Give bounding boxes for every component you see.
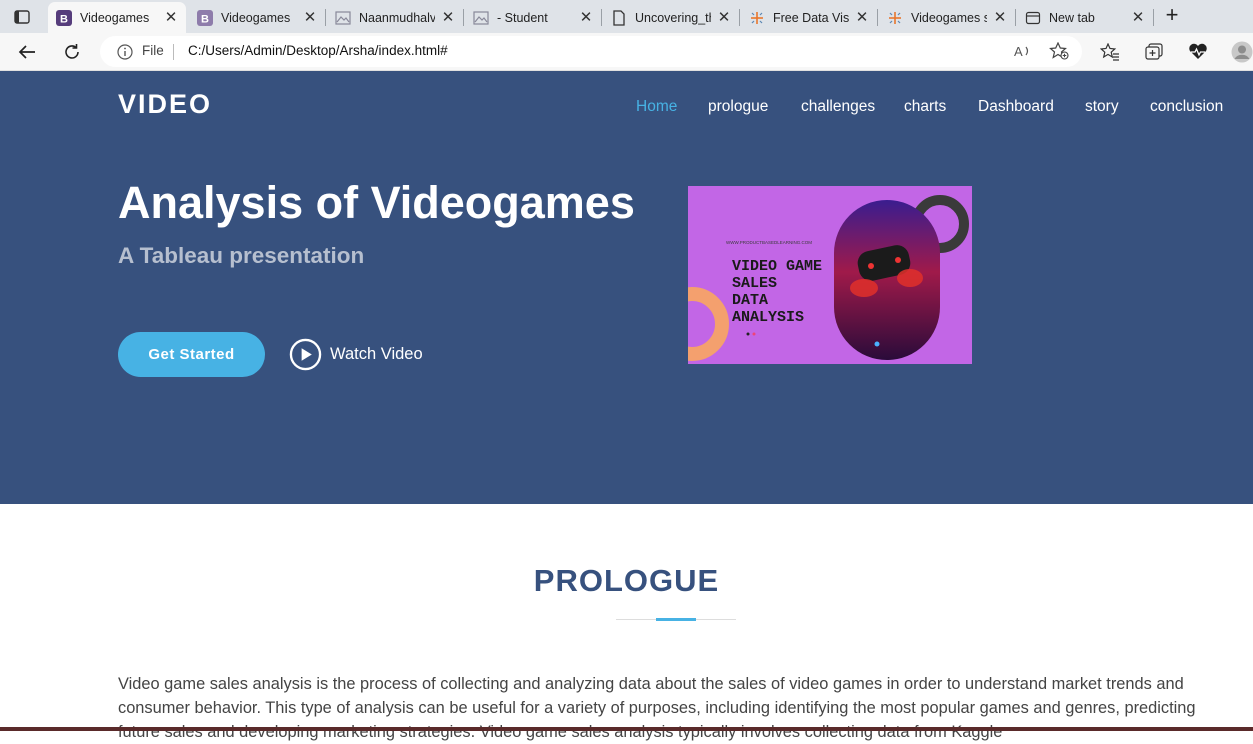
favorites-icon[interactable] bbox=[1099, 41, 1121, 63]
bootstrap-b-icon: B bbox=[56, 9, 72, 26]
hero-title: Analysis of Videogames bbox=[118, 177, 635, 228]
close-tab-icon[interactable]: ✕ bbox=[1131, 10, 1145, 25]
svg-text:B: B bbox=[60, 13, 68, 25]
hero-image-line: SALES bbox=[732, 275, 777, 292]
info-icon[interactable] bbox=[117, 44, 133, 60]
tab-title: Videogames s bbox=[911, 10, 987, 25]
tableau-icon bbox=[887, 10, 903, 26]
tab-title: - Student bbox=[497, 10, 548, 25]
collections-icon[interactable] bbox=[1143, 41, 1165, 63]
hero-image-line: DATA bbox=[732, 292, 768, 309]
back-arrow-icon[interactable] bbox=[16, 41, 38, 63]
nav-link-home[interactable]: Home bbox=[636, 98, 677, 116]
hero-image-url: WWW.PRODUCTBASEDLEARNING.COM bbox=[726, 240, 812, 245]
taskbar-edge bbox=[0, 727, 1253, 731]
watch-video-label: Watch Video bbox=[330, 344, 423, 363]
browser-essentials-icon[interactable] bbox=[1187, 41, 1209, 63]
browser-toolbar: File C:/Users/Admin/Desktop/Arsha/index.… bbox=[0, 33, 1253, 71]
svg-text:A: A bbox=[1014, 44, 1023, 59]
tab-title: Videogames bbox=[80, 10, 150, 25]
document-icon bbox=[611, 9, 627, 26]
profile-avatar-icon[interactable] bbox=[1231, 41, 1253, 63]
address-bar[interactable]: File C:/Users/Admin/Desktop/Arsha/index.… bbox=[100, 36, 1082, 67]
play-circle-icon bbox=[289, 338, 322, 370]
prologue-heading: PROLOGUE bbox=[533, 563, 720, 598]
close-tab-icon[interactable]: ✕ bbox=[717, 10, 731, 25]
add-favorite-icon[interactable] bbox=[1048, 40, 1070, 62]
nav-link-story[interactable]: story bbox=[1085, 98, 1119, 116]
close-tab-icon[interactable]: ✕ bbox=[164, 10, 178, 25]
close-tab-icon[interactable]: ✕ bbox=[579, 10, 593, 25]
browser-tab[interactable]: - Student ✕ bbox=[465, 2, 601, 33]
watch-video-button[interactable]: Watch Video bbox=[289, 336, 423, 372]
tab-divider bbox=[739, 9, 740, 26]
tab-divider bbox=[601, 9, 602, 26]
tab-title: Naanmudhalv bbox=[359, 10, 435, 25]
heading-accent-bar bbox=[656, 618, 696, 621]
hero-subtitle: A Tableau presentation bbox=[118, 243, 365, 268]
browser-tab[interactable]: Uncovering_th ✕ bbox=[603, 2, 739, 33]
site-logo[interactable]: VIDEO bbox=[118, 89, 212, 120]
browser-tab[interactable]: Free Data Visu ✕ bbox=[741, 2, 877, 33]
new-tab-button[interactable]: + bbox=[1160, 4, 1184, 27]
newtab-icon bbox=[1025, 10, 1041, 26]
tab-title: Videogames bbox=[221, 10, 291, 25]
browser-tab[interactable]: Naanmudhalv ✕ bbox=[327, 2, 463, 33]
url-text[interactable]: C:/Users/Admin/Desktop/Arsha/index.html# bbox=[188, 43, 448, 58]
hero-section: VIDEO Home prologue challenges charts Da… bbox=[0, 71, 1253, 504]
close-tab-icon[interactable]: ✕ bbox=[993, 10, 1007, 25]
hero-image-line: VIDEO GAME bbox=[732, 258, 822, 275]
url-divider bbox=[173, 44, 174, 60]
nav-link-conclusion[interactable]: conclusion bbox=[1150, 98, 1223, 116]
prologue-text: Video game sales analysis is the process… bbox=[118, 675, 1196, 741]
browser-tab[interactable]: B Videogames ✕ bbox=[189, 2, 325, 33]
read-aloud-icon[interactable]: A bbox=[1012, 40, 1034, 62]
tab-title: Free Data Visu bbox=[773, 10, 849, 25]
tab-actions-icon[interactable] bbox=[10, 7, 34, 27]
tableau-icon bbox=[749, 10, 765, 26]
nav-link-charts[interactable]: charts bbox=[904, 98, 946, 116]
tab-title: Uncovering_th bbox=[635, 10, 711, 25]
tab-divider bbox=[325, 9, 326, 26]
broken-image-icon bbox=[335, 10, 351, 26]
tab-title: New tab bbox=[1049, 10, 1095, 25]
hero-image: WWW.PRODUCTBASEDLEARNING.COM VIDEO GAME … bbox=[688, 186, 972, 364]
tab-divider bbox=[1015, 9, 1016, 26]
tab-divider bbox=[1153, 9, 1154, 26]
close-tab-icon[interactable]: ✕ bbox=[303, 10, 317, 25]
browser-tab[interactable]: B Videogames ✕ bbox=[48, 2, 186, 33]
nav-link-dashboard[interactable]: Dashboard bbox=[978, 98, 1054, 116]
broken-image-icon bbox=[473, 10, 489, 26]
browser-tab-bar: B Videogames ✕ B Videogames ✕ Naanmudhal… bbox=[0, 0, 1253, 33]
close-tab-icon[interactable]: ✕ bbox=[441, 10, 455, 25]
url-scheme-label: File bbox=[142, 43, 164, 58]
bootstrap-b-icon: B bbox=[197, 9, 213, 26]
nav-link-prologue[interactable]: prologue bbox=[708, 98, 768, 116]
tab-divider bbox=[877, 9, 878, 26]
nav-link-challenges[interactable]: challenges bbox=[801, 98, 875, 116]
close-tab-icon[interactable]: ✕ bbox=[855, 10, 869, 25]
browser-tab[interactable]: Videogames s ✕ bbox=[879, 2, 1015, 33]
refresh-icon[interactable] bbox=[61, 41, 83, 63]
tab-divider bbox=[463, 9, 464, 26]
svg-text:B: B bbox=[201, 13, 209, 25]
get-started-button[interactable]: Get Started bbox=[118, 332, 265, 377]
browser-tab[interactable]: New tab ✕ bbox=[1017, 2, 1153, 33]
hero-image-line: ANALYSIS bbox=[732, 309, 804, 326]
